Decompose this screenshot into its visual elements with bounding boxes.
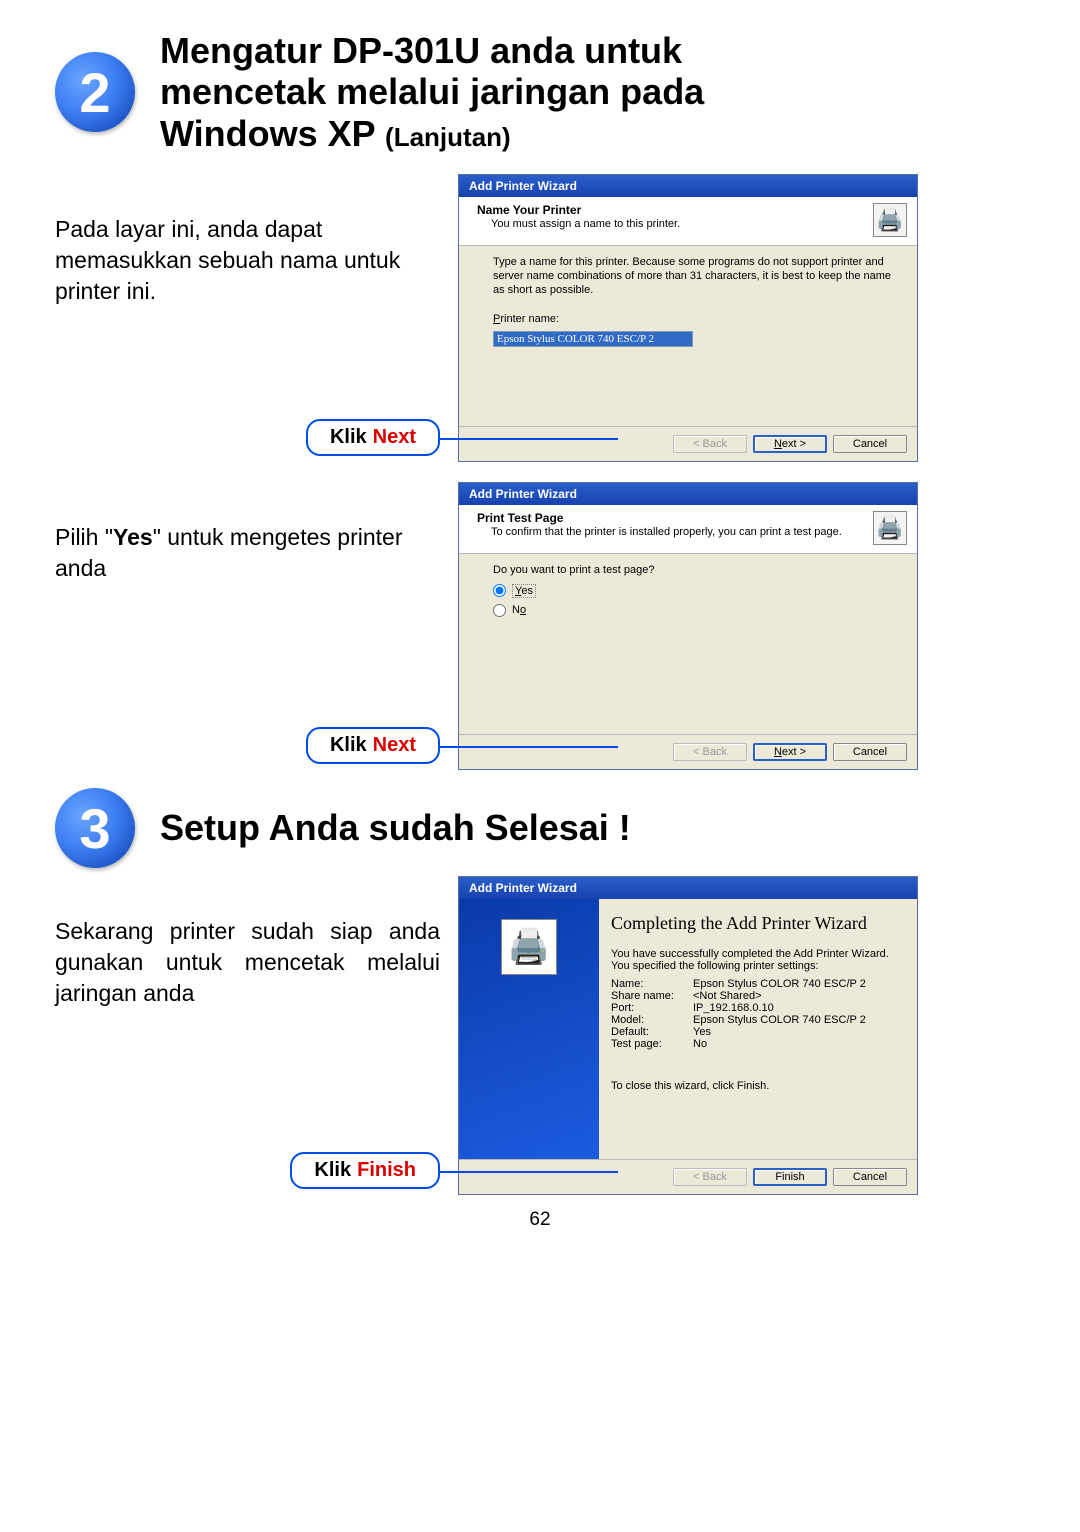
instruction-text-1: Pada layar ini, anda dapat memasukkan se… — [55, 214, 440, 307]
instruction-row-2: Pilih "Yes" untuk mengetes printer anda … — [55, 482, 1025, 770]
settings-value: No — [693, 1038, 707, 1050]
wizard-subheading: You must assign a name to this printer. — [491, 218, 873, 230]
section-title-3: Setup Anda sudah Selesai ! — [160, 807, 631, 848]
settings-key: Test page: — [611, 1038, 693, 1050]
radio-no-label: No — [512, 604, 526, 616]
page-number: 62 — [55, 1209, 1025, 1231]
next-button[interactable]: Next > — [753, 435, 827, 453]
settings-value: <Not Shared> — [693, 990, 762, 1002]
wizard-complete-heading: Completing the Add Printer Wizard — [611, 913, 909, 934]
step-badge-2: 2 — [55, 52, 135, 132]
settings-row: Default:Yes — [611, 1026, 909, 1038]
wizard-titlebar: Add Printer Wizard — [459, 175, 917, 197]
settings-key: Name: — [611, 978, 693, 990]
wizard-heading: Name Your Printer — [477, 203, 873, 217]
callout-klik-next-2: Klik Next — [306, 727, 440, 764]
settings-row: Test page:No — [611, 1038, 909, 1050]
back-button[interactable]: < Back — [673, 435, 747, 453]
wizard-titlebar: Add Printer Wizard — [459, 483, 917, 505]
callout-klik-finish: Klik Finish — [290, 1152, 440, 1189]
instruction-row-3: Sekarang printer sudah siap anda gunakan… — [55, 876, 1025, 1195]
settings-key: Port: — [611, 1002, 693, 1014]
step-badge-3: 3 — [55, 788, 135, 868]
title-line3b: (Lanjutan) — [385, 122, 511, 152]
printer-icon: 🖨️ — [873, 203, 907, 237]
radio-no[interactable] — [493, 604, 506, 617]
klik-target: Finish — [357, 1159, 416, 1182]
settings-value: Epson Stylus COLOR 740 ESC/P 2 — [693, 978, 866, 990]
wizard-subheading: To confirm that the printer is installed… — [491, 526, 873, 538]
cancel-button[interactable]: Cancel — [833, 435, 907, 453]
back-button[interactable]: < Back — [673, 1168, 747, 1186]
klik-label: Klik — [314, 1159, 351, 1182]
settings-row: Model:Epson Stylus COLOR 740 ESC/P 2 — [611, 1014, 909, 1026]
settings-key: Share name: — [611, 990, 693, 1002]
printer-name-input[interactable] — [493, 331, 693, 347]
settings-value: Yes — [693, 1026, 711, 1038]
radio-yes[interactable] — [493, 584, 506, 597]
connector-line — [438, 1171, 618, 1173]
cancel-button[interactable]: Cancel — [833, 1168, 907, 1186]
settings-key: Model: — [611, 1014, 693, 1026]
wizard-side-banner: 🖨️ — [459, 899, 599, 1159]
settings-row: Name:Epson Stylus COLOR 740 ESC/P 2 — [611, 978, 909, 990]
settings-summary: Name:Epson Stylus COLOR 740 ESC/P 2Share… — [611, 978, 909, 1050]
title-line1: Mengatur DP-301U anda untuk — [160, 30, 682, 71]
radio-yes-label: Yes — [512, 584, 536, 598]
title-line3a: Windows XP — [160, 113, 385, 154]
back-button[interactable]: < Back — [673, 743, 747, 761]
section-header: 2 Mengatur DP-301U anda untuk mencetak m… — [55, 30, 1025, 154]
instruction-text-2: Pilih "Yes" untuk mengetes printer anda — [55, 522, 440, 584]
title-line2: mencetak melalui jaringan pada — [160, 71, 704, 112]
section-title: Mengatur DP-301U anda untuk mencetak mel… — [160, 30, 704, 154]
wizard-heading: Print Test Page — [477, 511, 873, 525]
connector-line — [438, 438, 618, 440]
cancel-button[interactable]: Cancel — [833, 743, 907, 761]
klik-label: Klik — [330, 426, 367, 449]
settings-value: IP_192.168.0.10 — [693, 1002, 774, 1014]
printer-name-label: Printer name: — [493, 313, 893, 325]
settings-key: Default: — [611, 1026, 693, 1038]
wizard-name-printer: Add Printer Wizard Name Your Printer You… — [458, 174, 918, 462]
instruction-row-1: Pada layar ini, anda dapat memasukkan se… — [55, 174, 1025, 462]
klik-target: Next — [373, 734, 416, 757]
printer-icon: 🖨️ — [501, 919, 557, 975]
settings-value: Epson Stylus COLOR 740 ESC/P 2 — [693, 1014, 866, 1026]
callout-klik-next-1: Klik Next — [306, 419, 440, 456]
wizard-close-hint: To close this wizard, click Finish. — [611, 1080, 909, 1092]
settings-row: Port:IP_192.168.0.10 — [611, 1002, 909, 1014]
printer-icon: 🖨️ — [873, 511, 907, 545]
klik-label: Klik — [330, 734, 367, 757]
settings-row: Share name:<Not Shared> — [611, 990, 909, 1002]
finish-button[interactable]: Finish — [753, 1168, 827, 1186]
section-header-3: 3 Setup Anda sudah Selesai ! — [55, 788, 1025, 868]
wizard-complete: Add Printer Wizard 🖨️ Completing the Add… — [458, 876, 918, 1195]
wizard-titlebar: Add Printer Wizard — [459, 877, 917, 899]
wizard-complete-desc: You have successfully completed the Add … — [611, 948, 909, 972]
test-page-question: Do you want to print a test page? — [493, 564, 893, 578]
next-button[interactable]: Next > — [753, 743, 827, 761]
wizard-test-page: Add Printer Wizard Print Test Page To co… — [458, 482, 918, 770]
connector-line — [438, 746, 618, 748]
wizard-desc: Type a name for this printer. Because so… — [493, 256, 893, 297]
instruction-text-3: Sekarang printer sudah siap anda gunakan… — [55, 916, 440, 1009]
klik-target: Next — [373, 426, 416, 449]
